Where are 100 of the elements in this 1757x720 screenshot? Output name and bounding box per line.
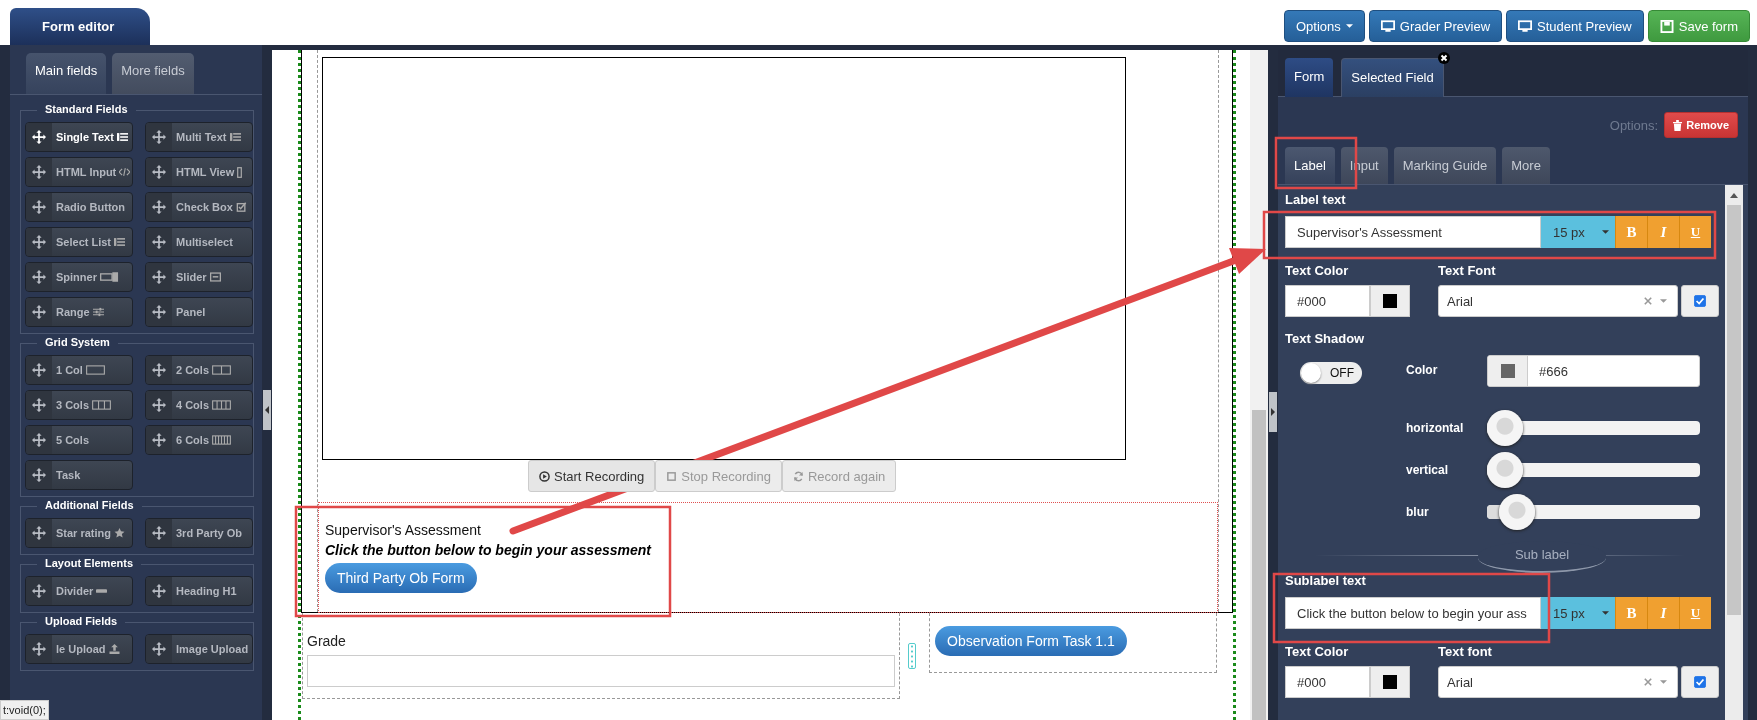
field-item[interactable]: Heading H1 [145, 576, 253, 606]
field-item[interactable]: 3rd Party Ob [145, 518, 253, 548]
field-caption: Text font [1438, 644, 1492, 659]
caret-icon [1660, 299, 1667, 303]
group-title: Additional Fields [37, 499, 142, 511]
checkbox[interactable] [1694, 676, 1706, 688]
color-input[interactable]: #666 [1487, 355, 1700, 387]
section-title: Text Shadow [1285, 331, 1366, 348]
field-item[interactable]: Multiselect [145, 227, 253, 257]
color-swatch[interactable] [1383, 294, 1397, 308]
checkbox[interactable] [1694, 295, 1706, 307]
color-input[interactable]: #000 [1285, 666, 1370, 698]
field-item[interactable]: Image Upload [145, 634, 253, 664]
field-item[interactable]: Slider [145, 262, 253, 292]
group-title: Upload Fields [37, 615, 126, 627]
caret-icon [1602, 230, 1609, 234]
clear-icon[interactable] [1644, 297, 1652, 305]
field-item[interactable]: Star rating [25, 518, 133, 548]
field-item[interactable]: le Upload [25, 634, 133, 664]
field-item[interactable]: Multi Text [145, 122, 253, 152]
size-dropdown[interactable]: 15 px [1541, 216, 1615, 248]
field-item[interactable]: 4 Cols [145, 390, 253, 420]
toolbar-button[interactable]: Grader Preview [1368, 10, 1503, 42]
color-swatch[interactable] [1500, 364, 1515, 378]
field-item[interactable]: Select List [25, 227, 133, 257]
size-dropdown[interactable]: 15 px [1541, 597, 1615, 629]
field-label: Supervisor's Assessment [325, 522, 482, 538]
field-item[interactable]: HTML View [145, 157, 253, 187]
scroll-up-icon[interactable] [1730, 193, 1738, 198]
columns-icon [212, 400, 231, 410]
move-icon [32, 165, 46, 179]
field-item[interactable]: 5 Cols [25, 425, 133, 455]
group-title: Grid System [37, 336, 118, 348]
field-item[interactable]: Radio Button [25, 192, 133, 222]
group-title: Standard Fields [37, 103, 136, 115]
toggle-switch[interactable]: OFF [1300, 362, 1362, 384]
clear-icon[interactable] [1644, 678, 1652, 686]
move-icon [152, 526, 166, 540]
move-icon [32, 468, 46, 482]
sub-tab[interactable]: Label [1285, 147, 1335, 184]
field-item[interactable]: Single Text [25, 122, 133, 152]
text-input[interactable]: Supervisor's Assessment [1285, 216, 1541, 248]
list-icon [116, 132, 128, 142]
field-item[interactable]: Check Box [145, 192, 253, 222]
star-icon [114, 528, 125, 538]
slider-track[interactable] [1487, 494, 1700, 530]
move-icon [152, 235, 166, 249]
color-input[interactable]: #000 [1285, 285, 1370, 317]
slider-label: horizontal [1406, 421, 1465, 435]
field-preview[interactable]: Supervisor's Assessment Click the button below to begin your assessment Third Party Ob Form [318, 502, 1218, 613]
move-icon [32, 398, 46, 412]
move-icon [32, 526, 46, 540]
stop-icon [666, 470, 678, 482]
field-item[interactable]: HTML Input [25, 157, 133, 187]
slider-icon [209, 272, 221, 282]
form-editor-tab[interactable]: Form editor [10, 8, 150, 45]
scrollbar[interactable] [1725, 185, 1743, 720]
field-item[interactable]: 2 Cols [145, 355, 253, 385]
move-icon [152, 642, 166, 656]
field-item[interactable]: Panel [145, 297, 253, 327]
text-input[interactable]: Click the button below to begin your ass [1285, 597, 1541, 629]
field-item[interactable]: 6 Cols [145, 425, 253, 455]
close-icon[interactable] [1437, 52, 1450, 64]
field-sublabel: Click the button below to begin your assessment [325, 542, 653, 558]
slider-thumb[interactable] [1499, 494, 1536, 530]
panel-tab[interactable]: Form [1285, 58, 1334, 97]
section-title: Label text [1285, 192, 1347, 209]
slider-thumb[interactable] [1487, 452, 1523, 488]
font-select[interactable]: Arial [1438, 285, 1678, 317]
field-item[interactable]: 1 Col [25, 355, 133, 385]
toolbar-button[interactable]: Save form [1647, 10, 1750, 42]
panel-tab[interactable]: Selected Field [1341, 58, 1444, 97]
toolbar-button[interactable]: Options [1283, 10, 1365, 42]
toolbar-button[interactable]: Student Preview [1506, 10, 1644, 42]
panel-tab[interactable]: Main fields [26, 53, 107, 94]
slider-track[interactable] [1487, 452, 1700, 488]
grade-input[interactable] [307, 655, 895, 687]
panel-tab[interactable]: More fields [112, 53, 194, 94]
refresh-icon [792, 470, 804, 482]
field-item[interactable]: Spinner [25, 262, 133, 292]
remove-button[interactable]: Remove [1664, 112, 1738, 138]
move-icon [152, 433, 166, 447]
task-button[interactable]: Observation Form Task 1.1 [935, 626, 1127, 656]
sub-tab[interactable]: Marking Guide [1393, 147, 1497, 184]
font-select[interactable]: Arial [1438, 666, 1678, 698]
sub-tab[interactable]: More [1502, 147, 1550, 184]
code-icon [119, 167, 131, 177]
scrollbar[interactable] [1250, 50, 1268, 720]
color-swatch[interactable] [1383, 675, 1397, 689]
caret-icon [1345, 24, 1353, 28]
drag-handle[interactable] [908, 643, 916, 669]
field-item[interactable]: Task [25, 460, 133, 490]
field-item[interactable]: 3 Cols [25, 390, 133, 420]
recording-button[interactable]: Start Recording [528, 460, 656, 492]
move-icon [32, 363, 46, 377]
form-button[interactable]: Third Party Ob Form [325, 563, 477, 593]
slider-thumb[interactable] [1487, 410, 1523, 446]
field-item[interactable]: Range [25, 297, 133, 327]
slider-track[interactable] [1487, 410, 1700, 446]
field-item[interactable]: Divider [25, 576, 133, 606]
